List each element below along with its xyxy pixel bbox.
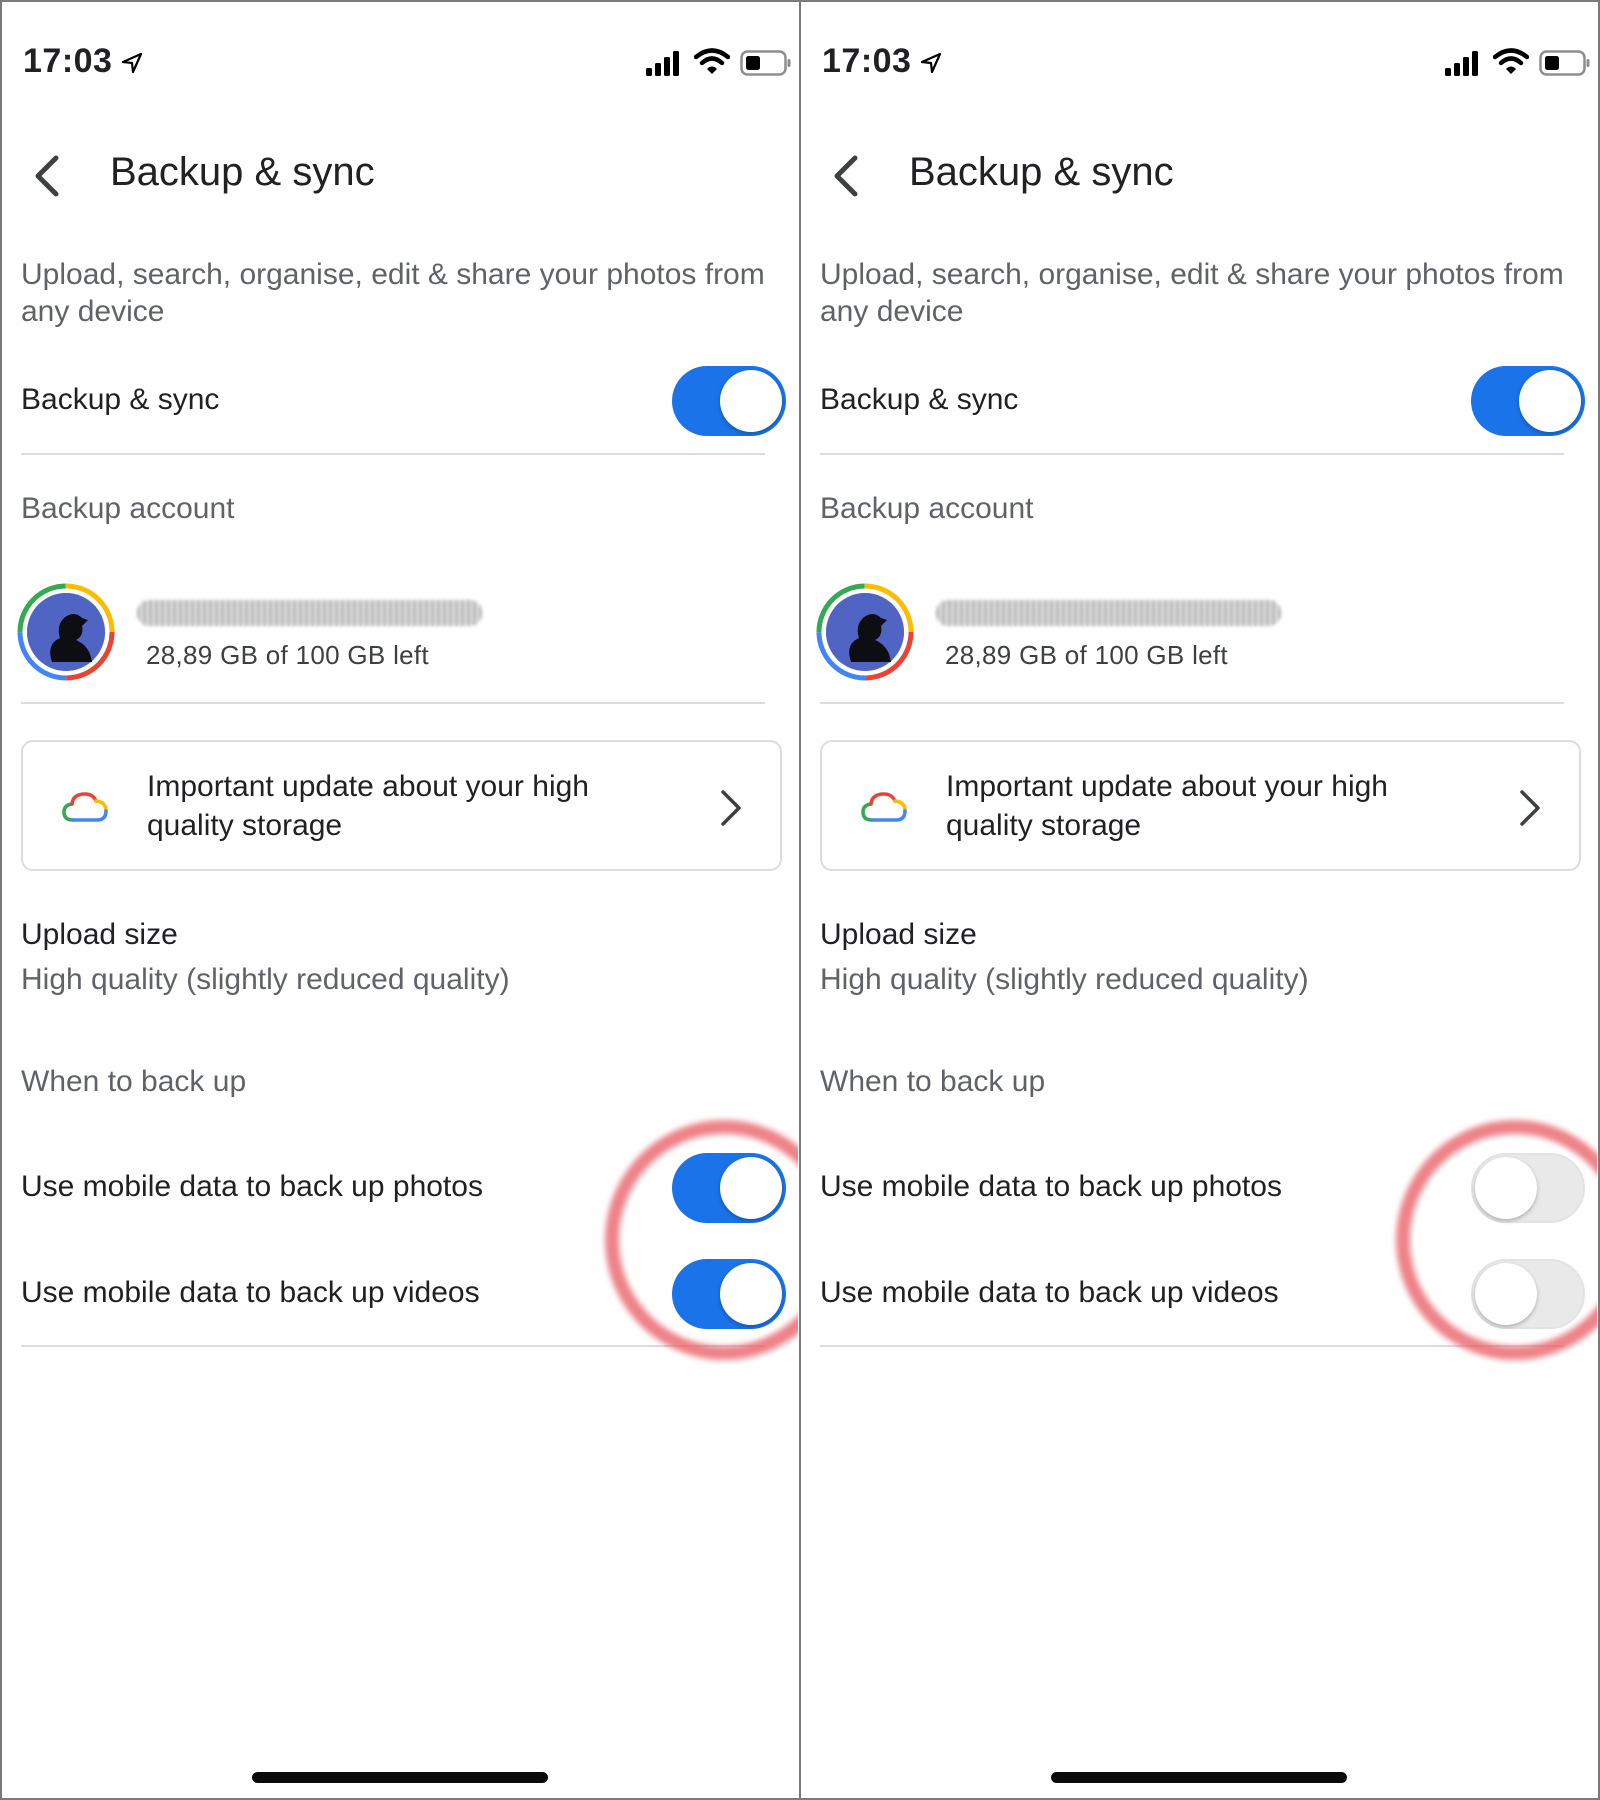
home-indicator[interactable] xyxy=(252,1772,548,1783)
upload-size-title[interactable]: Upload size xyxy=(820,918,977,952)
divider xyxy=(21,702,765,704)
storage-update-text: Important update about your high quality… xyxy=(946,770,1388,842)
divider xyxy=(21,1345,765,1347)
mobile-data-photos-label: Use mobile data to back up photos xyxy=(820,1170,1282,1203)
storage-update-card[interactable]: Important update about your high quality… xyxy=(820,740,1581,871)
backup-sync-label: Backup & sync xyxy=(820,383,1019,416)
account-avatar[interactable] xyxy=(16,582,116,682)
backup-sync-toggle[interactable] xyxy=(1471,366,1585,436)
upload-size-value: High quality (slightly reduced quality) xyxy=(21,963,510,996)
upload-size-title[interactable]: Upload size xyxy=(21,918,178,952)
storage-update-text: Important update about your high quality… xyxy=(147,770,589,842)
back-arrow-icon[interactable] xyxy=(30,152,64,200)
chevron-right-icon xyxy=(721,790,741,826)
toggle-knob xyxy=(1519,370,1581,432)
backup-account-label: Backup account xyxy=(820,492,1034,525)
backup-sync-toggle[interactable] xyxy=(672,366,786,436)
chevron-right-icon xyxy=(1520,790,1540,826)
wifi-icon xyxy=(1493,48,1529,74)
mobile-data-videos-label: Use mobile data to back up videos xyxy=(820,1276,1279,1309)
status-time: 17:03 xyxy=(822,42,912,80)
google-cloud-icon xyxy=(62,792,108,822)
divider xyxy=(820,1345,1564,1347)
account-email-redacted xyxy=(936,600,1281,626)
signal-bars-icon xyxy=(1445,51,1478,76)
status-time: 17:03 xyxy=(23,42,113,80)
backup-account-label: Backup account xyxy=(21,492,235,525)
mobile-data-videos-label: Use mobile data to back up videos xyxy=(21,1276,480,1309)
location-arrow-icon xyxy=(121,52,143,74)
battery-icon xyxy=(1539,50,1590,76)
divider xyxy=(21,453,765,455)
page-title: Backup & sync xyxy=(909,150,1174,194)
description-text: Upload, search, organise, edit & share y… xyxy=(820,258,1564,328)
home-indicator[interactable] xyxy=(1051,1772,1347,1783)
when-to-back-up-label: When to back up xyxy=(21,1065,247,1098)
highlight-circle xyxy=(1396,1120,1597,1360)
toggle-knob xyxy=(720,370,782,432)
storage-remaining: 28,89 GB of 100 GB left xyxy=(146,640,429,670)
description-text: Upload, search, organise, edit & share y… xyxy=(21,258,765,328)
battery-icon xyxy=(740,50,791,76)
backup-sync-label: Backup & sync xyxy=(21,383,220,416)
account-avatar[interactable] xyxy=(815,582,915,682)
storage-remaining: 28,89 GB of 100 GB left xyxy=(945,640,1228,670)
phone-screen-after: 17:03 Backup & sync Upload, search, orga… xyxy=(801,2,1597,1798)
page-title: Backup & sync xyxy=(110,150,375,194)
when-to-back-up-label: When to back up xyxy=(820,1065,1046,1098)
phone-screen-before: 17:03 Backup & sync Upload, search, orga… xyxy=(2,2,798,1798)
divider xyxy=(820,702,1564,704)
divider xyxy=(820,453,1564,455)
highlight-circle xyxy=(605,1120,798,1360)
back-arrow-icon[interactable] xyxy=(829,152,863,200)
signal-bars-icon xyxy=(646,51,679,76)
mobile-data-photos-label: Use mobile data to back up photos xyxy=(21,1170,483,1203)
google-cloud-icon xyxy=(861,792,907,822)
account-email-redacted xyxy=(137,600,482,626)
upload-size-value: High quality (slightly reduced quality) xyxy=(820,963,1309,996)
location-arrow-icon xyxy=(920,52,942,74)
storage-update-card[interactable]: Important update about your high quality… xyxy=(21,740,782,871)
wifi-icon xyxy=(694,48,730,74)
